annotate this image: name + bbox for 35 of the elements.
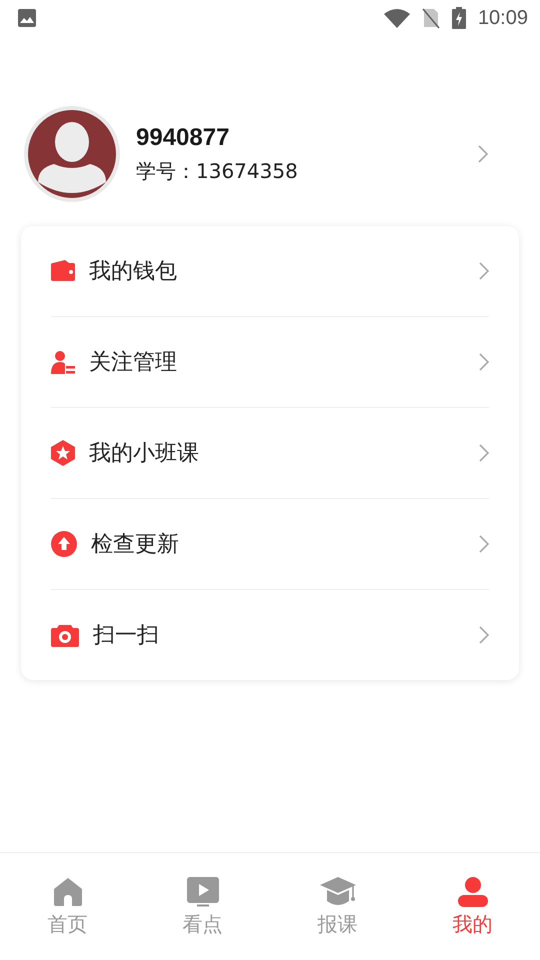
menu-item[interactable]: 扫一扫	[51, 590, 489, 680]
camera-icon	[51, 623, 79, 647]
chevron-icon	[479, 626, 489, 644]
menu-item[interactable]: 关注管理	[51, 317, 489, 408]
menu-label: 关注管理	[89, 349, 178, 377]
no-sim-icon	[422, 7, 440, 29]
student-id: 学号：13674358	[136, 158, 299, 184]
wallet-icon	[51, 260, 75, 282]
user-name: 9940877	[136, 124, 230, 152]
avatar-icon	[24, 106, 120, 202]
chevron-icon	[479, 353, 489, 371]
nav-tab[interactable]: 我的	[405, 853, 540, 960]
person-icon	[458, 877, 488, 907]
home-icon	[52, 877, 82, 907]
chevron-icon	[478, 145, 488, 163]
star-hexagon-icon	[51, 440, 75, 466]
wifi-icon	[384, 8, 410, 28]
chevron-icon	[479, 262, 489, 280]
upload-icon	[51, 531, 77, 557]
profile-row[interactable]: 9940877 学号：13674358	[0, 106, 540, 202]
menu-label: 我的钱包	[89, 258, 178, 286]
menu-item[interactable]: 检查更新	[51, 499, 489, 590]
image-icon	[17, 8, 37, 28]
user-list-icon	[51, 350, 75, 374]
clock-time: 10:09	[478, 6, 528, 30]
chevron-icon	[479, 535, 489, 553]
graduation-cap-icon	[320, 877, 356, 907]
menu-label: 扫一扫	[93, 622, 160, 650]
video-icon	[186, 877, 218, 907]
menu-label: 我的小班课	[89, 440, 200, 468]
chevron-icon	[479, 444, 489, 462]
menu-label: 检查更新	[91, 531, 180, 559]
menu-item[interactable]: 我的小班课	[51, 408, 489, 499]
battery-icon	[452, 7, 466, 29]
menu-item[interactable]: 我的钱包	[51, 226, 489, 317]
